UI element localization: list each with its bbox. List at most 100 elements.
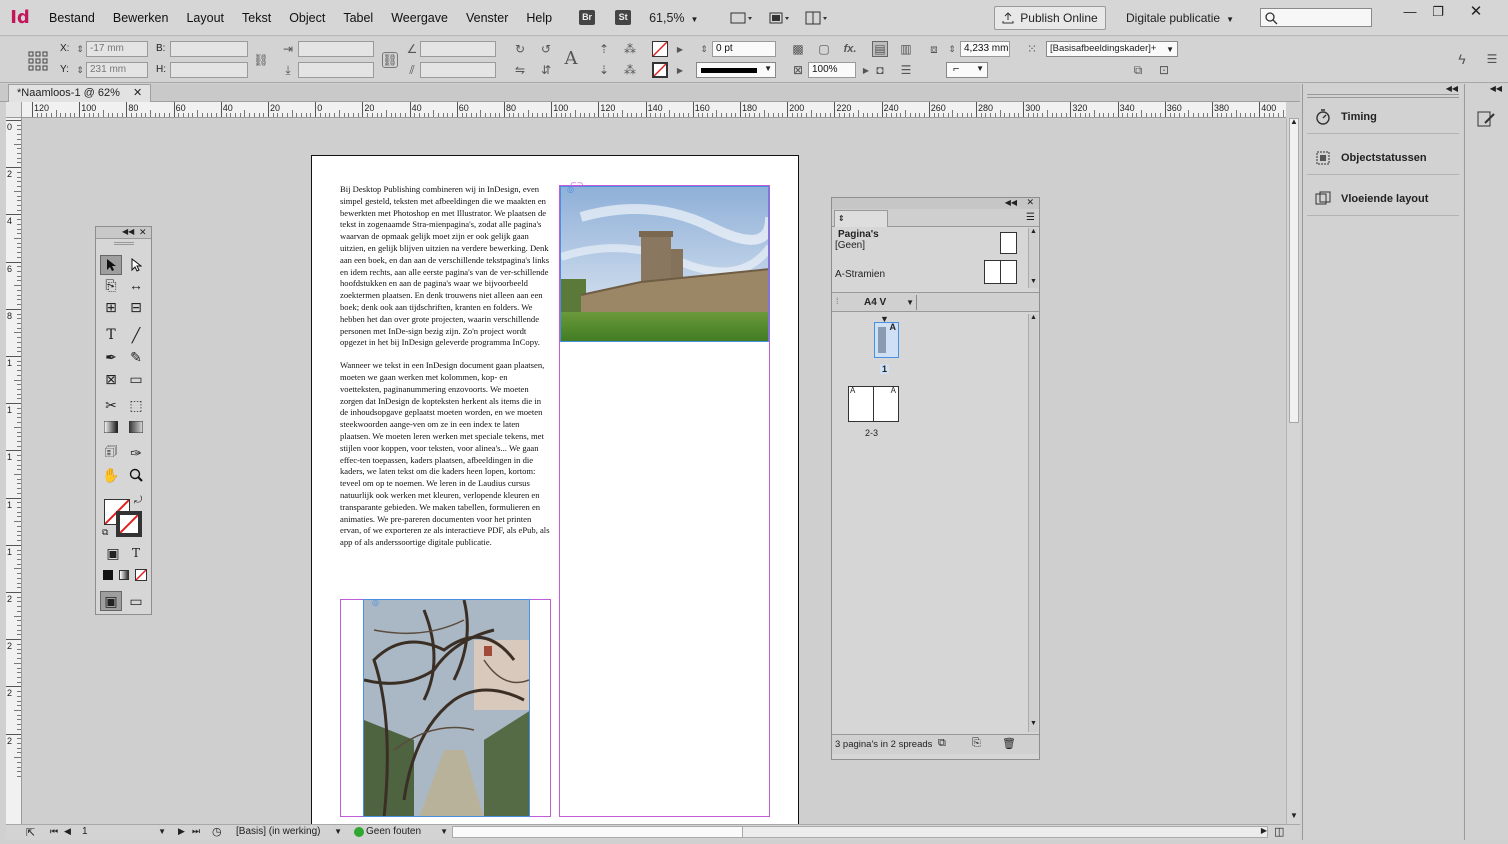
stepper-icon[interactable]: ⇕ — [944, 41, 960, 57]
trees-image[interactable]: ◎ — [363, 599, 530, 817]
preview-mode-button[interactable]: ▭ — [125, 591, 147, 611]
formatting-text-button[interactable]: T — [125, 543, 147, 563]
free-transform-tool[interactable]: ⬚ — [125, 395, 147, 415]
first-page-icon[interactable]: ⏮ — [50, 826, 58, 837]
y-field[interactable]: 231 mm — [86, 62, 148, 78]
menu-bestand[interactable]: Bestand — [40, 0, 104, 36]
hand-tool[interactable]: ✋ — [100, 465, 122, 485]
menu-bewerken[interactable]: Bewerken — [104, 0, 178, 36]
horizontal-scroll-thumb[interactable] — [453, 827, 743, 837]
collapse-panel-icon[interactable]: ◀◀ — [122, 227, 134, 236]
open-in-bridge-icon[interactable]: ⇱ — [26, 826, 35, 839]
constrain-proportions-icon[interactable]: ⛓ — [253, 52, 269, 68]
view-options-button[interactable] — [728, 8, 754, 28]
zoom-level[interactable]: 61,5% ▼ — [649, 11, 698, 25]
scroll-right-icon[interactable]: ▶ — [1261, 826, 1267, 835]
page-size-select[interactable]: A4 V ▼ — [860, 295, 914, 310]
vertical-scrollbar[interactable]: ▲ ▼ — [1286, 117, 1300, 824]
ruler-origin[interactable] — [6, 102, 22, 118]
rectangle-tool[interactable]: ▭ — [125, 369, 147, 389]
master-a-row[interactable]: A-Stramien — [832, 258, 1039, 286]
content-grabber-icon[interactable]: ◎ — [372, 600, 379, 607]
horizontal-ruler[interactable]: 120 100 80 60 40 20 0 20 40 60 80 100 120 140 160 180 20… — [22, 102, 1286, 118]
clear-attributes-icon[interactable]: ⊡ — [1156, 62, 1172, 78]
formatting-container-button[interactable]: ▣ — [102, 543, 124, 563]
page-3-thumbnail[interactable]: A — [873, 386, 899, 422]
preflight-clock-icon[interactable]: ◷ — [212, 825, 222, 838]
apply-gradient-button[interactable] — [119, 570, 129, 580]
rotation-field[interactable] — [420, 41, 496, 57]
pages-scrollbar[interactable]: ▲ ▼ — [1028, 314, 1038, 732]
scroll-up-icon[interactable]: ▲ — [1030, 314, 1037, 321]
x-field[interactable]: -17 mm — [86, 41, 148, 57]
menu-object[interactable]: Object — [280, 0, 334, 36]
maximize-button[interactable]: ❐ — [1420, 2, 1456, 22]
preflight-profile-select[interactable]: [Basis] (in werking) ▼ — [232, 825, 344, 839]
line-tool[interactable]: ╱ — [125, 325, 147, 345]
arrange-documents-button[interactable] — [804, 8, 830, 28]
fitting-offset-field[interactable]: 4,233 mm — [960, 41, 1010, 57]
menu-tekst[interactable]: Tekst — [233, 0, 280, 36]
text-format-icon[interactable]: A — [563, 48, 579, 69]
rotate-cw-icon[interactable]: ↻ — [512, 41, 528, 57]
pencil-tool[interactable]: ✎ — [125, 347, 147, 367]
edit-panel-button[interactable] — [1475, 108, 1497, 130]
reference-point-icon[interactable] — [28, 51, 48, 71]
scroll-down-icon[interactable]: ▼ — [1290, 811, 1298, 820]
dock-item-liquid-layout[interactable]: Vloeiende layout — [1307, 182, 1459, 216]
select-previous-icon[interactable]: ⁂ — [622, 41, 638, 57]
dock-grip[interactable] — [1307, 94, 1459, 98]
direct-selection-tool[interactable] — [125, 255, 147, 275]
corner-shape-select[interactable]: ⌐ ▼ — [946, 62, 988, 78]
type-tool[interactable]: T — [100, 325, 122, 345]
collapse-panel-icon[interactable]: ◀◀ — [1005, 198, 1017, 207]
masters-scrollbar[interactable]: ▲ ▼ — [1028, 228, 1038, 288]
menu-venster[interactable]: Venster — [457, 0, 517, 36]
apply-color-button[interactable] — [103, 570, 113, 580]
drop-shadow-icon[interactable]: ▩ — [790, 41, 806, 57]
dock-item-timing[interactable]: Timing — [1307, 100, 1459, 134]
rotate-ccw-icon[interactable]: ↺ — [538, 41, 554, 57]
page-number-select[interactable]: 1 ▼ — [78, 825, 170, 839]
fill-swatch[interactable] — [652, 41, 668, 57]
horizontal-scrollbar[interactable]: ▶ — [452, 826, 1268, 838]
collapse-dock-icon[interactable]: ◀◀ — [1446, 84, 1458, 93]
stroke-weight-field[interactable]: 0 pt — [712, 41, 776, 57]
preflight-status[interactable]: Geen fouten ▼ — [366, 825, 450, 839]
scale-y-field[interactable] — [298, 62, 374, 78]
selection-tool[interactable] — [100, 255, 122, 275]
stroke-color-swatch[interactable] — [116, 511, 142, 537]
close-panel-icon[interactable]: ✕ — [1026, 197, 1034, 208]
zoom-tool[interactable] — [125, 465, 147, 485]
fill-menu-arrow-icon[interactable]: ▶ — [672, 41, 688, 57]
delete-page-icon[interactable]: 🗑 — [1002, 737, 1016, 750]
bridge-button[interactable]: Br — [579, 10, 596, 25]
document-tab[interactable]: *Naamloos-1 @ 62% ✕ — [8, 84, 152, 102]
flip-vertical-icon[interactable]: ⇵ — [538, 62, 554, 78]
page-1-thumbnail[interactable]: A — [874, 322, 899, 358]
publish-online-button[interactable]: Publish Online — [994, 6, 1106, 30]
page-tool[interactable]: ⎘ — [100, 275, 122, 295]
flip-horizontal-icon[interactable]: ⇋ — [512, 62, 528, 78]
search-input[interactable] — [1260, 8, 1372, 27]
tools-panel-header[interactable]: ◀◀ ✕ — [96, 227, 151, 239]
pages-panel-titlebar[interactable]: ◀◀ ✕ — [832, 197, 1039, 209]
scroll-up-icon[interactable]: ▲ — [1290, 117, 1298, 126]
default-fill-stroke-icon[interactable]: ⧉ — [102, 527, 108, 538]
constrain-scale-icon[interactable]: ⛓ — [382, 52, 398, 68]
opacity-field[interactable]: 100% — [808, 62, 856, 78]
stroke-swatch[interactable] — [652, 62, 668, 78]
swap-fill-stroke-icon[interactable]: ⤾ — [134, 495, 142, 506]
select-next-icon[interactable]: ⁂ — [622, 62, 638, 78]
close-tab-icon[interactable]: ✕ — [133, 87, 142, 99]
collapse-dock-icon[interactable]: ◀◀ — [1490, 84, 1502, 93]
stroke-type-select[interactable]: ▼ — [696, 62, 776, 78]
text-wrap-bbox-icon[interactable]: ▥ — [898, 41, 914, 57]
text-wrap-jump-icon[interactable]: ☰ — [898, 62, 914, 78]
stepper-icon[interactable]: ⇕ — [696, 41, 712, 57]
page-2-thumbnail[interactable]: A — [848, 386, 874, 422]
text-frame-main[interactable]: Bij Desktop Publishing combineren wij in… — [340, 184, 550, 549]
panel-menu-icon[interactable]: ☰ — [1026, 212, 1035, 223]
new-page-icon[interactable]: ⎘ — [972, 737, 981, 750]
menu-help[interactable]: Help — [517, 0, 561, 36]
